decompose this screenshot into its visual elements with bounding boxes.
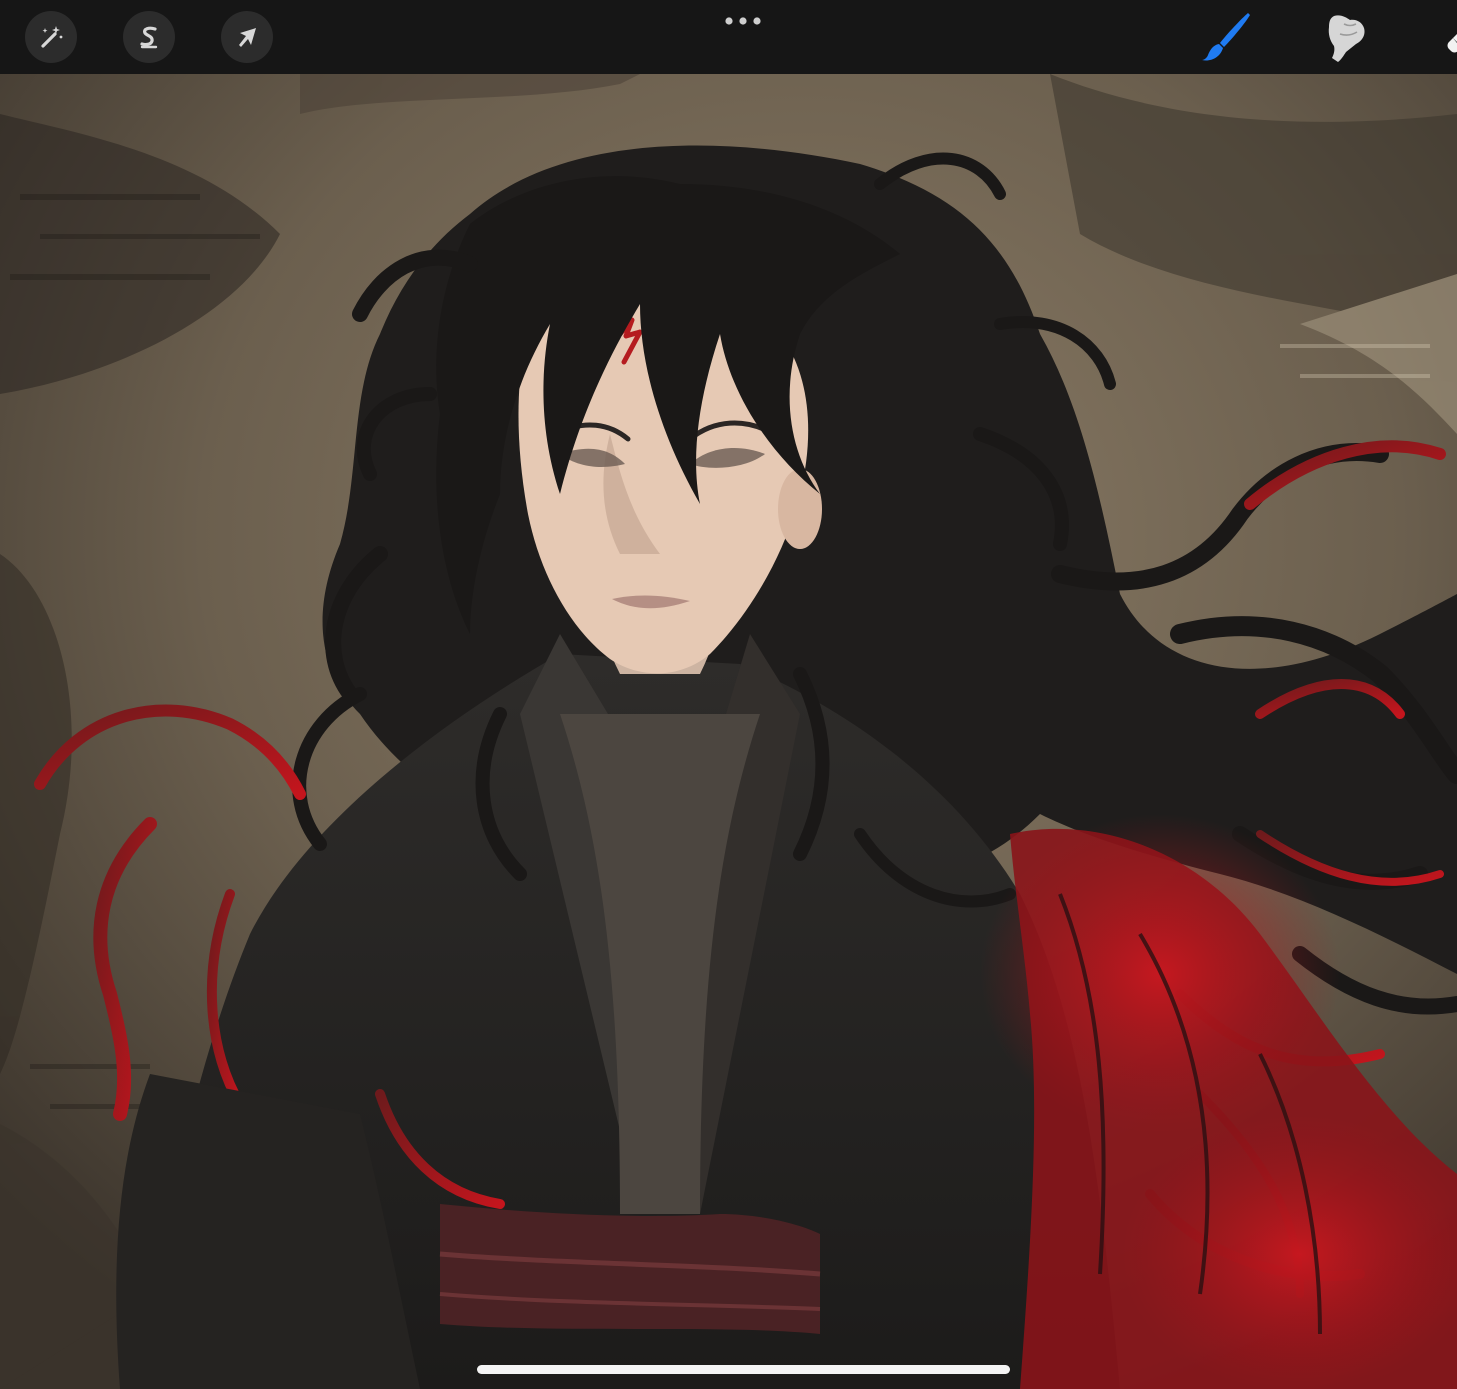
smudge-finger-icon [1316, 8, 1372, 68]
home-indicator[interactable] [477, 1365, 1010, 1374]
transform-button[interactable] [221, 11, 273, 63]
more-options-button[interactable] [712, 6, 774, 34]
brush-icon [1198, 8, 1254, 68]
adjustments-button[interactable] [25, 11, 77, 63]
eraser-tool-button[interactable] [1421, 8, 1457, 68]
ellipsis-icon [723, 11, 763, 30]
eraser-icon [1431, 8, 1457, 68]
smudge-tool-button[interactable] [1314, 8, 1374, 68]
selection-s-icon [134, 22, 164, 52]
cursor-arrow-icon [232, 22, 262, 52]
top-toolbar [0, 0, 1457, 74]
ear [778, 469, 822, 549]
artwork-canvas[interactable] [0, 74, 1457, 1389]
selection-button[interactable] [123, 11, 175, 63]
brush-tool-button[interactable] [1196, 8, 1256, 68]
magic-wand-icon [36, 22, 66, 52]
painted-illustration [0, 74, 1457, 1389]
